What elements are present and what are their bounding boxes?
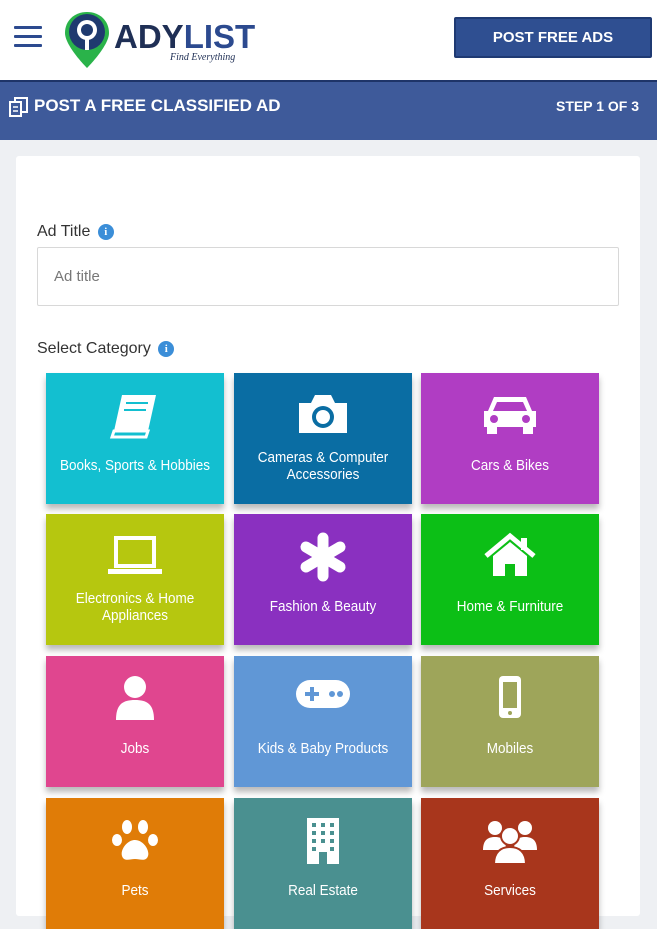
category-kids-baby-products[interactable]: Kids & Baby Products <box>234 656 412 787</box>
book-icon <box>109 395 156 439</box>
category-services[interactable]: Services <box>421 798 599 929</box>
category-label: Pets <box>121 882 149 899</box>
map-pin-icon <box>65 12 109 68</box>
post-free-ads-button[interactable]: POST FREE ADS <box>454 17 652 58</box>
logo[interactable]: ADYLIST Find Everything <box>62 10 256 70</box>
mobile-icon <box>499 676 521 718</box>
category-real-estate[interactable]: Real Estate <box>234 798 412 929</box>
laptop-icon <box>108 536 162 574</box>
category-electronics-home-appliances[interactable]: Electronics & Home Appliances <box>46 514 224 645</box>
category-mobiles[interactable]: Mobiles <box>421 656 599 787</box>
house-icon <box>484 532 536 576</box>
asterisk-icon <box>300 532 346 582</box>
category-label: Books, Sports & Hobbies <box>59 457 211 474</box>
category-label: Mobiles <box>486 740 534 757</box>
page-title-bar: POST A FREE CLASSIFIED AD STEP 1 OF 3 <box>0 80 657 140</box>
category-label: Electronics & Home Appliances <box>75 590 195 624</box>
select-category-label: Select Category i <box>37 340 175 358</box>
category-label: Kids & Baby Products <box>257 740 389 757</box>
building-icon <box>307 818 339 864</box>
info-icon[interactable]: i <box>97 224 114 240</box>
paw-icon <box>112 820 158 860</box>
camera-icon <box>299 395 347 433</box>
info-icon[interactable]: i <box>158 341 175 357</box>
category-jobs[interactable]: Jobs <box>46 656 224 787</box>
category-home-furniture[interactable]: Home & Furniture <box>421 514 599 645</box>
category-label: Real Estate <box>288 882 358 899</box>
person-icon <box>116 676 154 720</box>
category-label: Cars & Bikes <box>470 457 550 474</box>
category-books-sports-hobbies[interactable]: Books, Sports & Hobbies <box>46 373 224 504</box>
step-indicator: STEP 1 OF 3 <box>556 98 639 114</box>
category-cars-bikes[interactable]: Cars & Bikes <box>421 373 599 504</box>
category-pets[interactable]: Pets <box>46 798 224 929</box>
group-icon <box>483 821 537 865</box>
menu-icon[interactable] <box>14 26 42 52</box>
category-label: Fashion & Beauty <box>269 598 377 615</box>
page-title: POST A FREE CLASSIFIED AD <box>34 96 281 115</box>
category-cameras-computer-accessories[interactable]: Cameras & Computer Accessories <box>234 373 412 504</box>
ad-title-input[interactable] <box>37 247 619 306</box>
logo-tagline: Find Everything <box>170 52 236 63</box>
logo-wordmark: ADYLIST <box>114 18 256 55</box>
category-label: Cameras & Computer Accessories <box>257 449 389 483</box>
ad-title-label: Ad Title i <box>37 223 114 241</box>
category-fashion-beauty[interactable]: Fashion & Beauty <box>234 514 412 645</box>
copy-document-icon <box>9 97 28 117</box>
car-icon <box>484 397 536 434</box>
category-label: Services <box>484 882 536 899</box>
app-header: ADYLIST Find Everything POST FREE ADS <box>0 0 657 80</box>
gamepad-icon <box>296 680 350 708</box>
category-label: Jobs <box>120 740 150 757</box>
category-label: Home & Furniture <box>456 598 564 615</box>
